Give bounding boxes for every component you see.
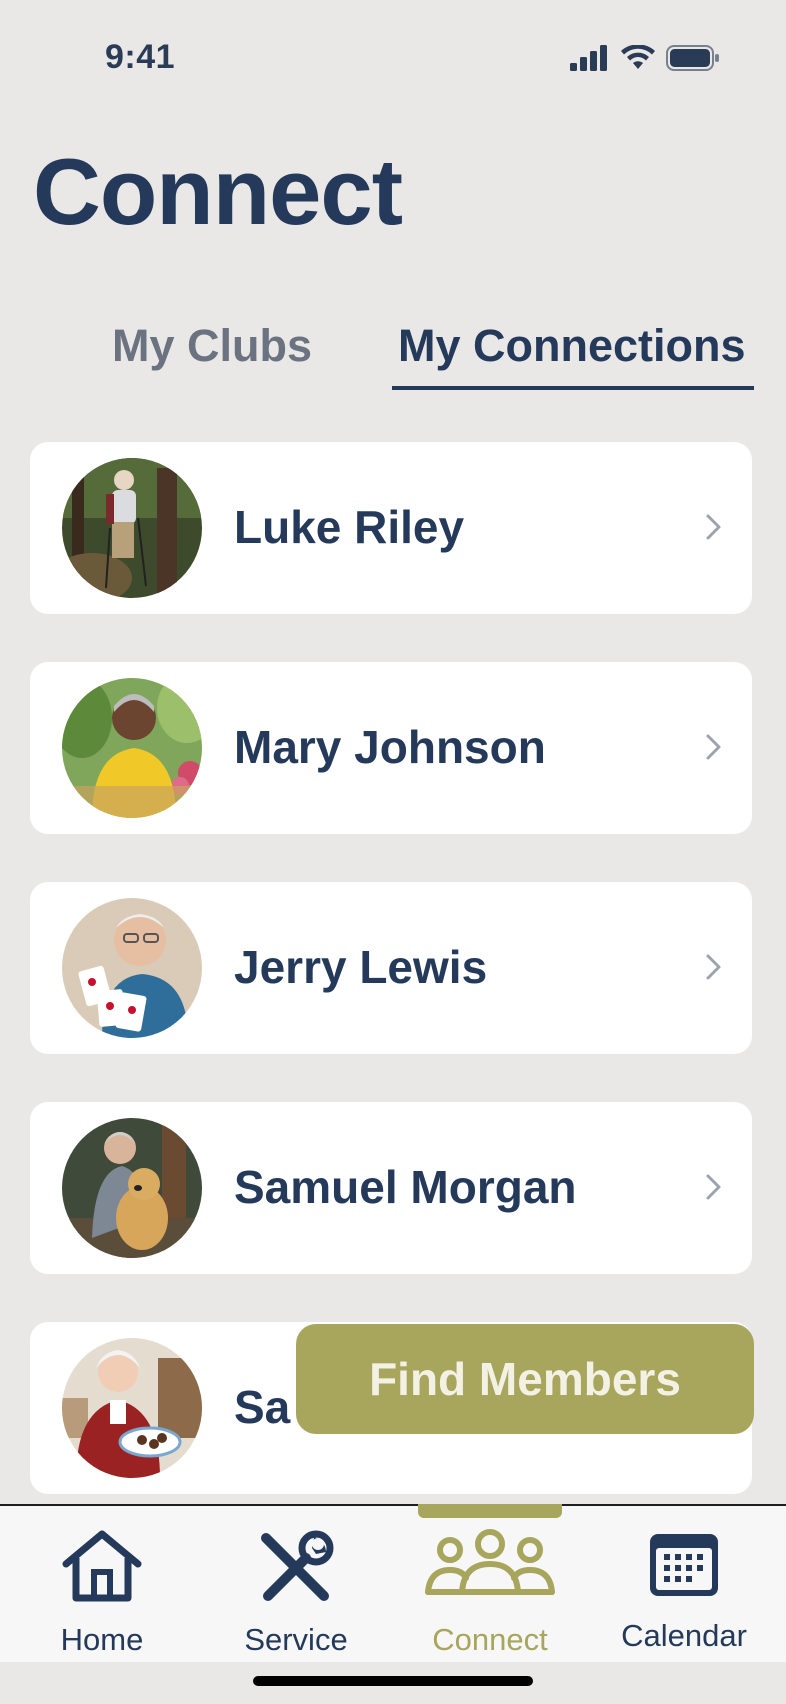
list-item[interactable]: Jerry Lewis — [30, 882, 752, 1054]
home-indicator — [253, 1676, 533, 1686]
find-members-button[interactable]: Find Members — [296, 1324, 754, 1434]
avatar — [62, 458, 202, 598]
chevron-right-icon — [706, 514, 721, 540]
signal-icon — [570, 45, 607, 71]
chevron-right-icon — [706, 734, 721, 760]
list-item[interactable]: Mary Johnson — [30, 662, 752, 834]
chevron-right-icon — [706, 1174, 721, 1200]
connection-name: Jerry Lewis — [234, 941, 488, 993]
tab-my-connections[interactable]: My Connections — [398, 320, 746, 372]
bottom-tab-bar: Home Service Connect Calendar — [0, 1504, 786, 1662]
avatar — [62, 1118, 202, 1258]
tab-my-clubs[interactable]: My Clubs — [112, 320, 312, 372]
nav-home[interactable]: Home — [4, 1506, 200, 1664]
nav-calendar[interactable]: Calendar — [586, 1506, 782, 1664]
status-time: 9:41 — [105, 38, 176, 76]
tools-icon — [261, 1530, 334, 1601]
nav-connect-label: Connect — [432, 1622, 548, 1657]
calendar-icon — [650, 1534, 718, 1596]
people-icon — [425, 1529, 555, 1595]
nav-calendar-label: Calendar — [621, 1618, 747, 1653]
wifi-icon — [621, 45, 655, 69]
connection-name: Luke Riley — [234, 501, 465, 553]
status-icons — [570, 44, 720, 72]
list-item[interactable]: Luke Riley — [30, 442, 752, 614]
list-item[interactable]: Samuel Morgan — [30, 1102, 752, 1274]
nav-connect[interactable]: Connect — [392, 1506, 588, 1664]
page-title: Connect — [33, 139, 403, 244]
avatar — [62, 1338, 202, 1478]
avatar — [62, 678, 202, 818]
chevron-right-icon — [706, 954, 721, 980]
connection-name: Mary Johnson — [234, 721, 546, 773]
connection-name: Samuel Morgan — [234, 1161, 577, 1213]
battery-icon — [666, 45, 719, 71]
house-icon — [62, 1530, 142, 1602]
avatar — [62, 898, 202, 1038]
connection-name: Sa — [234, 1381, 291, 1433]
nav-service-label: Service — [244, 1622, 348, 1657]
segment-tabs: My Clubs My Connections — [0, 310, 786, 390]
active-tab-underline — [392, 386, 754, 390]
nav-home-label: Home — [60, 1622, 144, 1657]
nav-service[interactable]: Service — [198, 1506, 394, 1664]
status-bar: 9:41 — [0, 0, 786, 110]
